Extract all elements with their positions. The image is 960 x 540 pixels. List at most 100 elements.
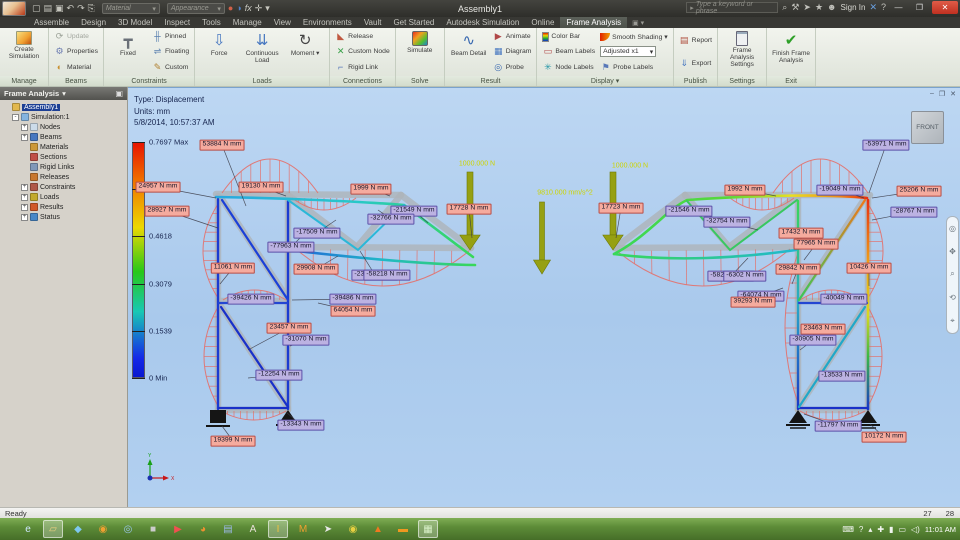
custom-button[interactable]: ✎ Custom bbox=[150, 61, 191, 73]
navigation-bar[interactable]: ◎ ✥ ⌕ ⟲ ⌖ bbox=[946, 216, 959, 334]
fixed-button[interactable]: ┳ Fixed bbox=[107, 29, 149, 75]
finish-frame-analysis-button[interactable]: ✔ Finish Frame Analysis bbox=[770, 29, 812, 75]
tab-options-icon[interactable]: ▣ ▾ bbox=[627, 17, 649, 28]
browser-item-results[interactable]: + Results bbox=[0, 202, 127, 212]
tray-show-hidden-icon[interactable]: ▴ bbox=[868, 525, 872, 534]
print-icon[interactable]: ⎘ bbox=[88, 4, 95, 13]
browser-item-releases[interactable]: +Releases bbox=[0, 172, 127, 182]
close-button[interactable]: ✕ bbox=[932, 1, 958, 14]
taskbar-chrome-icon[interactable]: ◉ bbox=[343, 520, 363, 538]
pinned-button[interactable]: ╫ Pinned bbox=[150, 31, 191, 43]
view-cube[interactable]: FRONT bbox=[911, 111, 944, 144]
browser-item-simulation-1[interactable]: - Simulation:1 bbox=[0, 112, 127, 122]
new-file-icon[interactable]: ▢ bbox=[32, 4, 41, 13]
browser-item-nodes[interactable]: + Nodes bbox=[0, 122, 127, 132]
taskbar-file-explorer-icon[interactable]: ▱ bbox=[43, 520, 63, 538]
browser-header[interactable]: Frame Analysis ▾ ▣ bbox=[0, 87, 127, 100]
taskbar-flame-app-icon[interactable]: ▲ bbox=[368, 520, 388, 538]
browser-help-icon[interactable]: ▣ bbox=[115, 89, 123, 98]
taskbar-hp-tools-icon[interactable]: ◎ bbox=[118, 520, 138, 538]
open-file-icon[interactable]: ▤ bbox=[44, 4, 53, 13]
browser-item-loads[interactable]: + Loads bbox=[0, 192, 127, 202]
tab-frame-analysis[interactable]: Frame Analysis bbox=[560, 17, 628, 28]
browser-item-beams[interactable]: + Beams bbox=[0, 132, 127, 142]
node-labels-button[interactable]: ✳ Node Labels bbox=[540, 61, 597, 73]
tab-3d-model[interactable]: 3D Model bbox=[112, 17, 158, 28]
document-restore-icon[interactable]: ❐ bbox=[939, 90, 945, 98]
search-icon[interactable]: ⌕ bbox=[782, 3, 787, 12]
expander-icon[interactable]: + bbox=[21, 203, 28, 211]
tab-tools[interactable]: Tools bbox=[196, 17, 227, 28]
taskbar-internet-explorer-icon[interactable]: e bbox=[18, 520, 38, 538]
navbar-tool-3-icon[interactable]: ⟲ bbox=[949, 293, 956, 302]
taskbar-firefox-icon[interactable]: ◕ bbox=[193, 520, 213, 538]
help-search-input[interactable]: ▸ Type a keyword or phrase bbox=[686, 1, 779, 15]
tab-get-started[interactable]: Get Started bbox=[387, 17, 440, 28]
taskbar-inventor-icon[interactable]: I bbox=[268, 520, 288, 538]
taskbar-quill-app-icon[interactable]: ➤ bbox=[318, 520, 338, 538]
taskbar-green-app-icon[interactable]: ▦ bbox=[418, 520, 438, 538]
moment-button[interactable]: ↻ Moment ▾ bbox=[284, 29, 326, 75]
browser-item-status[interactable]: + Status bbox=[0, 212, 127, 222]
frame-analysis-settings-button[interactable]: Frame Analysis Settings bbox=[721, 29, 763, 75]
properties-button[interactable]: ⚙ Properties bbox=[52, 46, 100, 58]
update-button[interactable]: ⟳ Update bbox=[52, 31, 100, 43]
adjust-color-icon[interactable]: ● bbox=[228, 4, 233, 13]
tab-assemble[interactable]: Assemble bbox=[28, 17, 75, 28]
release-button[interactable]: ◣ Release bbox=[333, 31, 392, 43]
expander-icon[interactable]: - bbox=[12, 113, 19, 121]
custom-node-button[interactable]: ✕ Custom Node bbox=[333, 46, 392, 58]
undo-icon[interactable]: ↶ bbox=[67, 4, 75, 13]
beam-detail-button[interactable]: ∿ Beam Detail bbox=[448, 29, 490, 75]
exchange-apps-icon[interactable]: ✕ bbox=[869, 3, 877, 12]
expander-icon[interactable]: + bbox=[21, 133, 28, 141]
redo-icon[interactable]: ↷ bbox=[77, 4, 85, 13]
appearance-combo[interactable]: Appearance ▾ bbox=[166, 3, 225, 14]
navbar-tool-2-icon[interactable]: ⌕ bbox=[950, 269, 954, 279]
taskbar-media-player-icon[interactable]: ◉ bbox=[93, 520, 113, 538]
taskbar-app-dark-icon[interactable]: ■ bbox=[143, 520, 163, 538]
material-combo[interactable]: Material ▾ bbox=[101, 3, 160, 14]
expander-icon[interactable]: + bbox=[21, 123, 28, 131]
color-bar-button[interactable]: Color Bar bbox=[540, 31, 597, 43]
rigid-link-button[interactable]: ⌐ Rigid Link bbox=[333, 61, 392, 73]
diagram-button[interactable]: ▦ Diagram bbox=[491, 46, 534, 58]
tray-battery-icon[interactable]: ▮ bbox=[889, 525, 893, 534]
help-icon[interactable]: ? bbox=[881, 3, 886, 12]
tab-online[interactable]: Online bbox=[525, 17, 560, 28]
browser-item-constraints[interactable]: + Constraints bbox=[0, 182, 127, 192]
animate-button[interactable]: ▶ Animate bbox=[491, 31, 534, 43]
tray-volume-icon[interactable]: ◁) bbox=[911, 525, 920, 534]
tray-help-icon[interactable]: ? bbox=[859, 525, 863, 534]
floating-button[interactable]: ⇌ Floating bbox=[150, 46, 191, 58]
probe-button[interactable]: ◎ Probe bbox=[491, 61, 534, 73]
save-icon[interactable]: ▣ bbox=[55, 4, 64, 13]
taskbar-app-blue-icon[interactable]: ◆ bbox=[68, 520, 88, 538]
tab-vault[interactable]: Vault bbox=[358, 17, 388, 28]
browser-item-sections[interactable]: +Sections bbox=[0, 152, 127, 162]
document-minimize-icon[interactable]: – bbox=[930, 90, 934, 98]
taskbar-documents-icon[interactable]: ▤ bbox=[218, 520, 238, 538]
qat-customize-icon[interactable]: ▾ bbox=[265, 4, 270, 13]
graphics-viewport[interactable]: Y X Type: Displacement Units: mm 5/8/2014… bbox=[128, 87, 960, 507]
expander-icon[interactable]: + bbox=[21, 193, 28, 201]
taskbar-maya-icon[interactable]: M bbox=[293, 520, 313, 538]
navbar-tool-4-icon[interactable]: ⌖ bbox=[950, 316, 955, 326]
report-button[interactable]: ▤ Report bbox=[677, 35, 714, 47]
tab-design[interactable]: Design bbox=[75, 17, 112, 28]
navbar-tool-1-icon[interactable]: ✥ bbox=[949, 247, 956, 256]
smooth-shading-button[interactable]: Smooth Shading ▾ bbox=[598, 31, 670, 43]
appearance-adjust-icon[interactable]: ◑ bbox=[236, 4, 241, 13]
tab-inspect[interactable]: Inspect bbox=[158, 17, 196, 28]
probe-labels-button[interactable]: ⚑ Probe Labels bbox=[598, 61, 670, 73]
tab-view[interactable]: View bbox=[268, 17, 297, 28]
tab-autodesk-simulation[interactable]: Autodesk Simulation bbox=[440, 17, 525, 28]
parameters-icon[interactable]: fx bbox=[245, 4, 252, 13]
material-button[interactable]: ◐ Material bbox=[52, 61, 100, 73]
taskbar-powerdvd-icon[interactable]: ▶ bbox=[168, 520, 188, 538]
browser-item-assembly1[interactable]: +Assembly1 bbox=[0, 102, 127, 112]
expander-icon[interactable]: + bbox=[21, 183, 28, 191]
tab-environments[interactable]: Environments bbox=[297, 17, 358, 28]
beam-labels-button[interactable]: ▭ Beam Labels bbox=[540, 46, 597, 58]
taskbar-autodesk-app-icon[interactable]: A bbox=[243, 520, 263, 538]
